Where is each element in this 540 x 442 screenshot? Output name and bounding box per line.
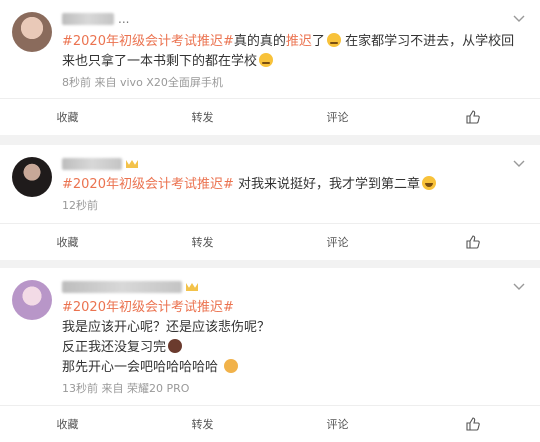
post-meta: 13秒前 来自 荣耀20 PRO [62, 382, 190, 395]
weibo-feed: ... #2020年初级会计考试推迟#真的真的推迟了 在家都学习不进去，从学校回… [0, 0, 540, 442]
post-text: 对我来说挺好，我才学到第二章 [238, 177, 421, 192]
thumbs-up-icon [465, 110, 480, 124]
thumbs-up-icon [465, 235, 480, 249]
post-meta: 12秒前 [62, 199, 98, 212]
post-content: #2020年初级会计考试推迟# 我是应该开心呢？还是应该悲伤呢？ 反正我还没复习… [62, 298, 526, 378]
post-content: #2020年初级会计考试推迟#真的真的推迟了 在家都学习不进去，从学校回来也只拿… [62, 32, 526, 72]
comment-button[interactable]: 评论 [270, 224, 405, 260]
username[interactable] [62, 280, 198, 294]
username-tail: ... [118, 12, 130, 26]
person-emoji-icon [168, 339, 183, 353]
thumbs-up-icon [465, 417, 480, 431]
post-text: 真的真的 [233, 34, 286, 49]
post-text: 反正我还没复习完 [62, 340, 167, 355]
hashtag-link[interactable]: #2020年初级会计考试推迟# [62, 177, 234, 192]
like-button[interactable] [405, 99, 540, 135]
action-bar: 收藏 转发 评论 [0, 98, 540, 135]
post-card: #2020年初级会计考试推迟# 我是应该开心呢？还是应该悲伤呢？ 反正我还没复习… [0, 268, 540, 442]
post-card: #2020年初级会计考试推迟# 对我来说挺好，我才学到第二章 12秒前 收藏 转… [0, 145, 540, 260]
collect-button[interactable]: 收藏 [0, 224, 135, 260]
hashtag-link[interactable]: #2020年初级会计考试推迟# [62, 34, 234, 49]
action-bar: 收藏 转发 评论 [0, 405, 540, 442]
avatar[interactable] [12, 12, 52, 52]
username[interactable] [62, 157, 138, 171]
collect-button[interactable]: 收藏 [0, 406, 135, 442]
collect-button[interactable]: 收藏 [0, 99, 135, 135]
crying-emoji-icon [326, 33, 341, 47]
like-button[interactable] [405, 406, 540, 442]
hashtag-link[interactable]: #2020年初级会计考试推迟# [62, 300, 234, 315]
post-content: #2020年初级会计考试推迟# 对我来说挺好，我才学到第二章 [62, 175, 526, 195]
highlight-text: 推迟 [285, 34, 312, 49]
chevron-down-icon[interactable] [512, 282, 526, 292]
post-text: 那先开心一会吧哈哈哈哈哈 [62, 360, 219, 375]
repost-button[interactable]: 转发 [135, 406, 270, 442]
chevron-down-icon[interactable] [512, 14, 526, 24]
chevron-down-icon[interactable] [512, 159, 526, 169]
vip-crown-icon [186, 283, 198, 291]
comment-button[interactable]: 评论 [270, 406, 405, 442]
repost-button[interactable]: 转发 [135, 224, 270, 260]
repost-button[interactable]: 转发 [135, 99, 270, 135]
grin-emoji-icon [224, 359, 239, 373]
avatar[interactable] [12, 157, 52, 197]
post-text: 我是应该开心呢？还是应该悲伤呢？ [62, 320, 271, 335]
post-text: 了 [311, 34, 325, 49]
laughing-emoji-icon [422, 176, 437, 190]
vip-crown-icon [126, 160, 138, 168]
username[interactable]: ... [62, 12, 129, 26]
crying-emoji-icon [259, 53, 274, 67]
comment-button[interactable]: 评论 [270, 99, 405, 135]
post-card: ... #2020年初级会计考试推迟#真的真的推迟了 在家都学习不进去，从学校回… [0, 0, 540, 135]
action-bar: 收藏 转发 评论 [0, 223, 540, 260]
like-button[interactable] [405, 224, 540, 260]
avatar[interactable] [12, 280, 52, 320]
post-meta: 8秒前 来自 vivo X20全面屏手机 [62, 76, 223, 89]
